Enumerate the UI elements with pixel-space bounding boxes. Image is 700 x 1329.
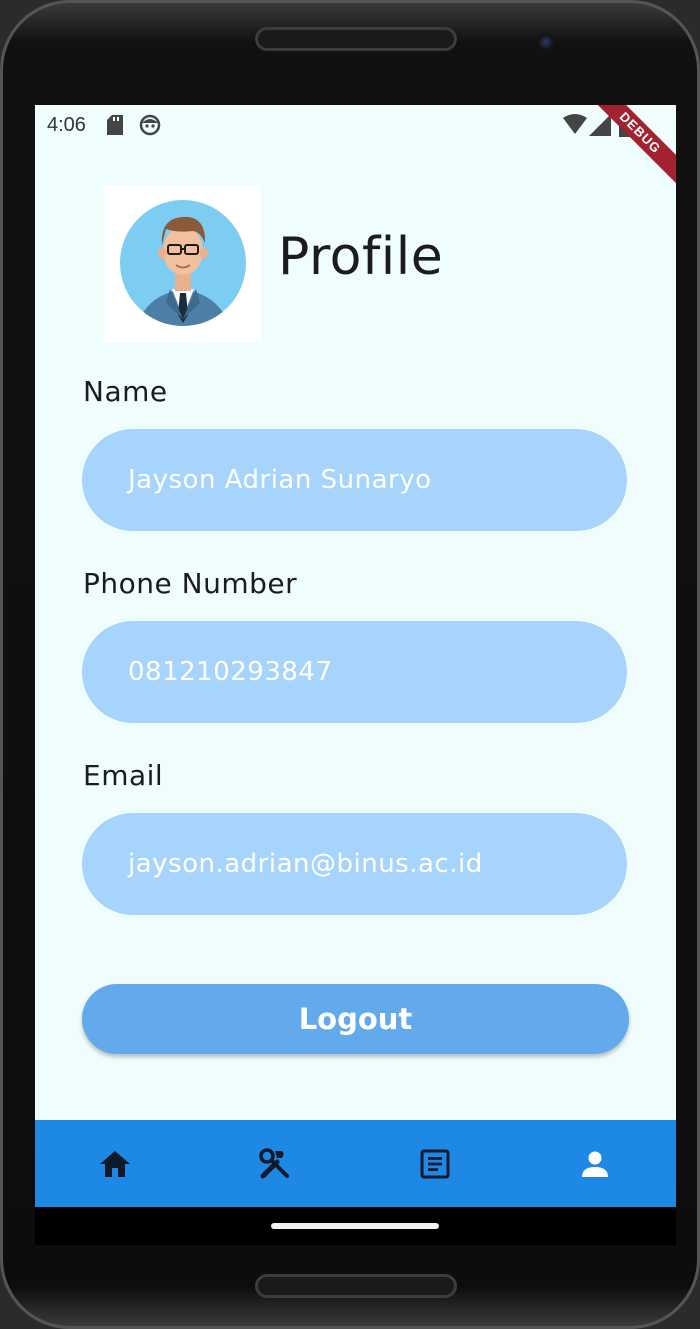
phone-label: Phone Number [83, 567, 298, 600]
email-label: Email [83, 759, 164, 792]
nav-item-home[interactable] [35, 1120, 195, 1207]
nav-item-tools[interactable] [195, 1120, 355, 1207]
front-camera [538, 34, 554, 50]
nav-item-articles[interactable] [355, 1120, 515, 1207]
signal-icon [589, 114, 611, 136]
earpiece-speaker [255, 27, 457, 51]
profile-avatar-illustration [120, 200, 246, 326]
name-label: Name [83, 375, 168, 408]
screen: 4:06 DEBUG Profile Name Jayson Adrian Su… [35, 105, 676, 1245]
article-icon [420, 1149, 450, 1178]
phone-field[interactable]: 081210293847 [82, 621, 627, 723]
bottom-speaker [255, 1274, 457, 1298]
tools-icon [259, 1147, 289, 1178]
gesture-bar[interactable] [271, 1223, 439, 1229]
nav-item-profile[interactable] [515, 1120, 675, 1207]
page-title: Profile [278, 227, 444, 287]
avatar [104, 185, 261, 342]
home-icon [100, 1150, 130, 1177]
status-time: 4:06 [47, 114, 86, 136]
email-field[interactable]: jayson.adrian@binus.ac.id [82, 813, 627, 915]
wifi-icon [563, 114, 587, 134]
status-bar: 4:06 DEBUG [35, 105, 676, 190]
sd-card-icon [107, 115, 123, 135]
bottom-navigation [35, 1120, 676, 1207]
phone-frame: 4:06 DEBUG Profile Name Jayson Adrian Su… [0, 0, 700, 1329]
face-icon [139, 114, 161, 136]
profile-page: 4:06 DEBUG Profile Name Jayson Adrian Su… [35, 105, 676, 1120]
name-field[interactable]: Jayson Adrian Sunaryo [82, 429, 627, 531]
person-icon [582, 1151, 608, 1177]
logout-button[interactable]: Logout [82, 984, 629, 1054]
